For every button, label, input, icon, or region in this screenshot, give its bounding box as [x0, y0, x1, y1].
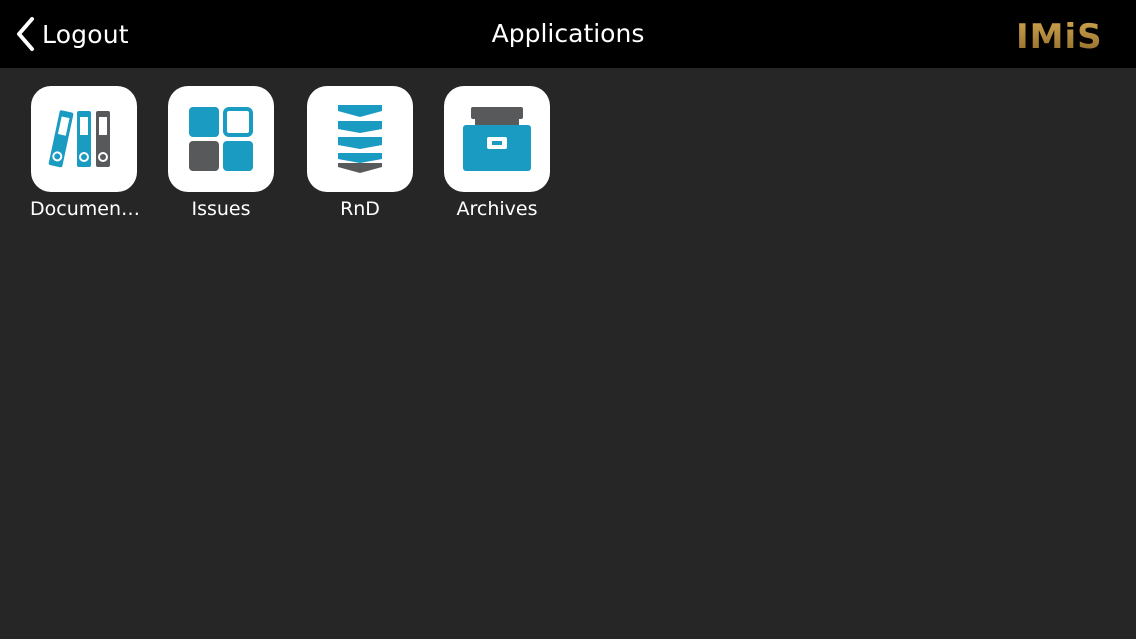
- app-issues[interactable]: Issues: [167, 86, 275, 220]
- app-label: RnD: [340, 198, 380, 220]
- navigation-bar: Logout Applications IMiS: [0, 0, 1136, 68]
- app-documents[interactable]: Documen…: [30, 86, 138, 220]
- app-icon-tile: [31, 86, 137, 192]
- app-archives[interactable]: Archives: [443, 86, 551, 220]
- imis-logo: IMiS: [1016, 14, 1102, 54]
- archive-drawer-icon: [463, 107, 531, 171]
- stacked-layers-icon: [338, 105, 382, 173]
- app-rnd[interactable]: RnD: [306, 86, 414, 220]
- applications-screen: Logout Applications IMiS Documen… Issues…: [0, 0, 1136, 639]
- binders-icon: [48, 110, 110, 168]
- app-icon-tile: [444, 86, 550, 192]
- app-label: Archives: [456, 198, 538, 220]
- page-title: Applications: [491, 19, 645, 48]
- svg-text:IMiS: IMiS: [1016, 17, 1102, 54]
- tiles-icon: [189, 107, 253, 171]
- app-label: Documen…: [30, 198, 138, 220]
- app-icon-tile: [168, 86, 274, 192]
- app-icon-tile: [307, 86, 413, 192]
- app-label: Issues: [191, 198, 251, 220]
